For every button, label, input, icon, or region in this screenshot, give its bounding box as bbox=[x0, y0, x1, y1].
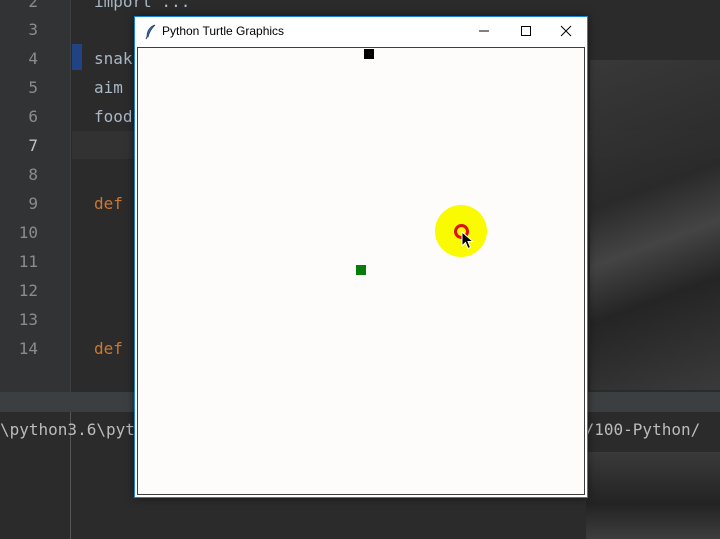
turtle-canvas[interactable] bbox=[137, 47, 585, 495]
background-artwork bbox=[590, 60, 720, 390]
selection-marker bbox=[72, 44, 82, 70]
background-artwork bbox=[586, 452, 720, 539]
close-button[interactable] bbox=[545, 17, 587, 46]
code-line: aim bbox=[94, 78, 123, 97]
feather-icon bbox=[143, 24, 159, 40]
code-line: food bbox=[94, 107, 133, 126]
food-pellet bbox=[356, 265, 366, 275]
code-line: snak bbox=[94, 49, 133, 68]
line-number: 13 bbox=[18, 310, 38, 329]
line-number: 9 bbox=[28, 194, 38, 213]
close-icon bbox=[560, 22, 572, 41]
mouse-cursor-icon bbox=[461, 230, 475, 251]
terminal-path-text: s/100-Python/ bbox=[575, 420, 701, 439]
maximize-icon bbox=[520, 22, 532, 41]
minimize-icon bbox=[478, 22, 490, 41]
line-number: 11 bbox=[18, 252, 38, 271]
maximize-button[interactable] bbox=[505, 17, 547, 46]
code-line: import ... bbox=[94, 0, 191, 11]
line-number: 8 bbox=[28, 165, 38, 184]
minimize-button[interactable] bbox=[463, 17, 505, 46]
line-number: 4 bbox=[28, 49, 38, 68]
turtle-graphics-window[interactable]: Python Turtle Graphics bbox=[134, 16, 588, 498]
line-number: 5 bbox=[28, 78, 38, 97]
terminal-path-text: \python3.6\pyt bbox=[0, 420, 135, 439]
title-bar[interactable]: Python Turtle Graphics bbox=[135, 17, 587, 46]
line-number: 2 bbox=[28, 0, 38, 11]
snake-segment bbox=[364, 49, 374, 59]
line-number: 7 bbox=[28, 136, 38, 155]
line-number: 14 bbox=[18, 339, 38, 358]
code-keyword: def bbox=[94, 339, 123, 358]
line-number: 6 bbox=[28, 107, 38, 126]
line-number: 3 bbox=[28, 20, 38, 39]
line-number: 12 bbox=[18, 281, 38, 300]
line-number-gutter: 2 3 4 5 6 7 8 9 10 11 12 13 14 bbox=[0, 0, 71, 392]
window-title: Python Turtle Graphics bbox=[162, 24, 285, 38]
code-keyword: def bbox=[94, 194, 123, 213]
line-number: 10 bbox=[18, 223, 38, 242]
